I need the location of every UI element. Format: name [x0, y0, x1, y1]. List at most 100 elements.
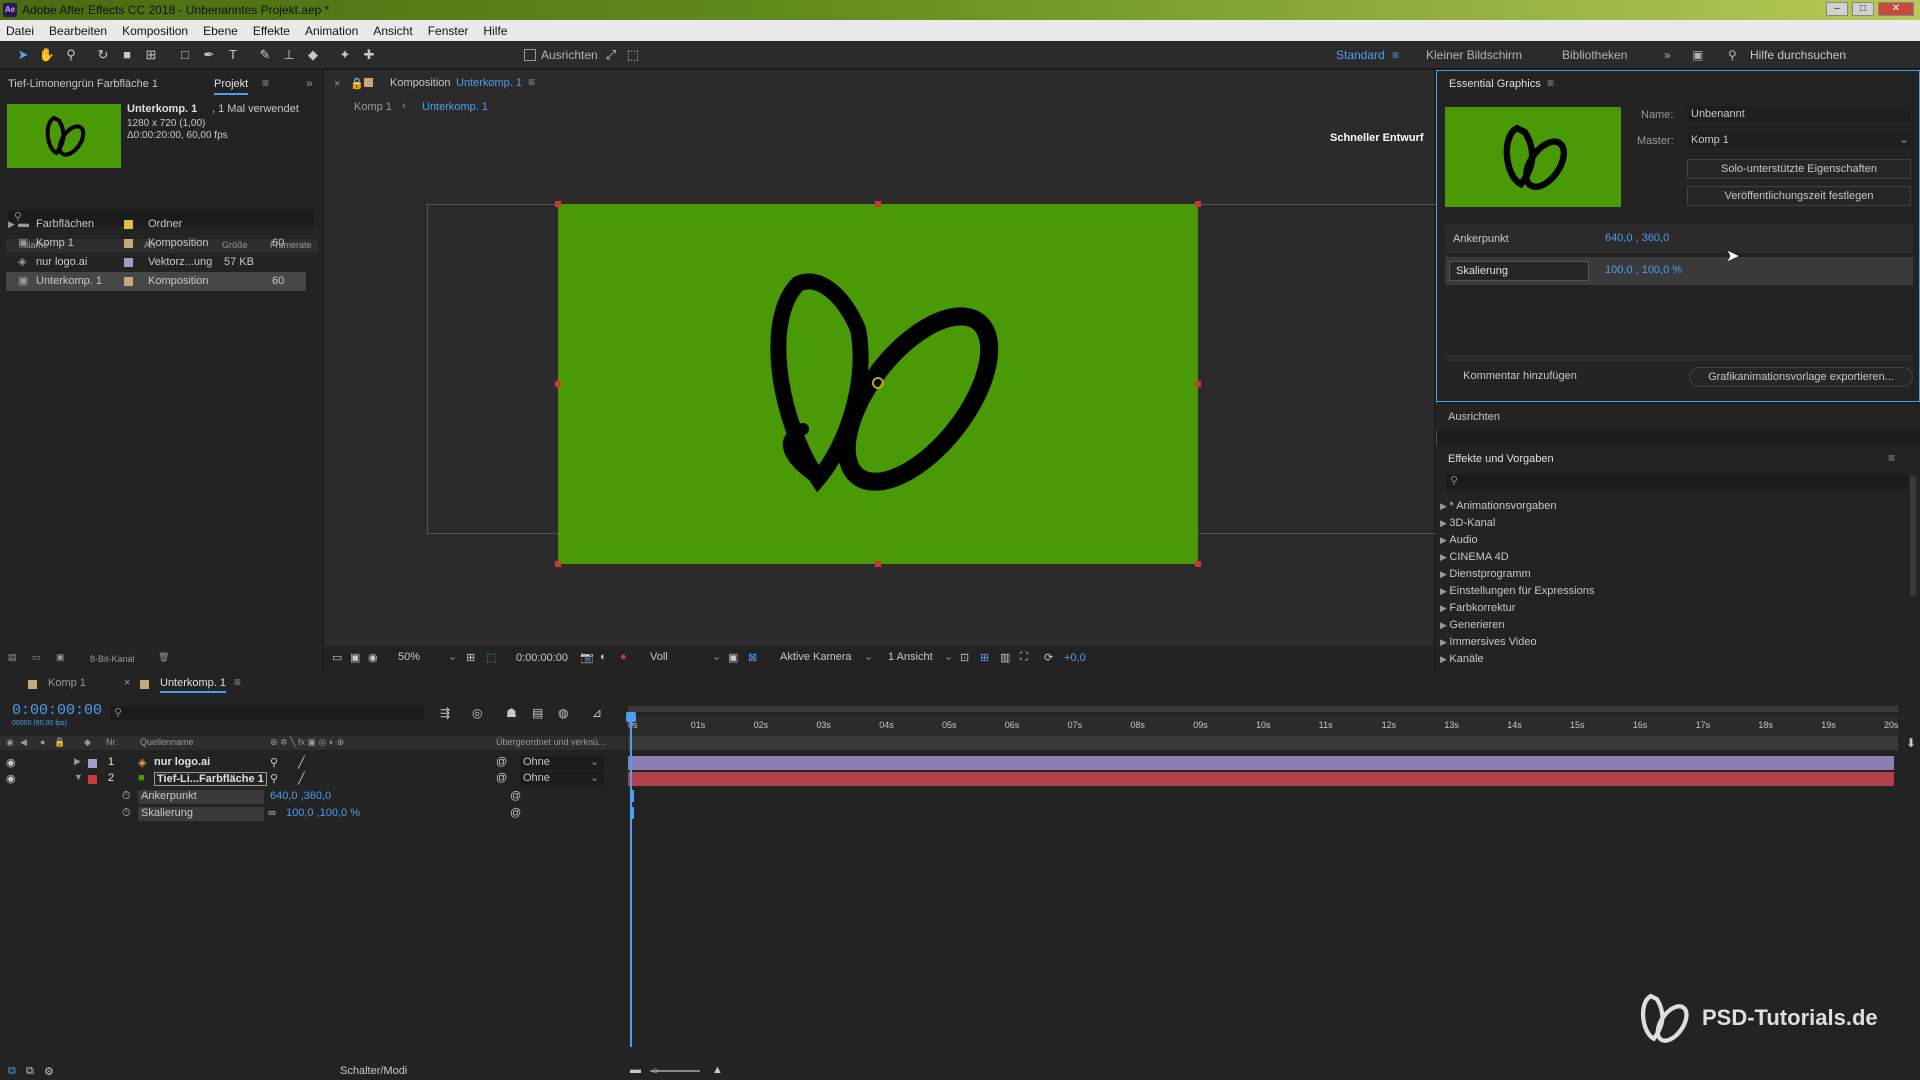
eg-poster-time-button[interactable]: Veröffentlichungszeit festlegen — [1687, 186, 1911, 206]
solo-icon[interactable]: ● — [40, 737, 45, 747]
pen-tool-icon[interactable]: ✒ — [200, 46, 218, 64]
layer-bar-1[interactable] — [628, 756, 1894, 770]
tab-unterkomp[interactable]: Unterkomp. 1 — [160, 677, 227, 693]
comp-panel-menu-icon[interactable]: ≡ — [528, 75, 535, 89]
interpret-footage-icon[interactable]: ▤ — [8, 652, 17, 663]
timeline-layer-row[interactable]: ◉ ▶ 1 ◈ nur logo.ai ⚲ ╱ @ Ohne ⌄ — [0, 756, 626, 771]
keyframe-marker[interactable] — [632, 790, 634, 802]
comp-button-icon[interactable]: ⬇ — [1906, 736, 1916, 750]
comp-timecode[interactable]: 0:00:00:00 — [516, 652, 568, 664]
parent-dropdown-icon[interactable]: ⌄ — [590, 755, 599, 768]
expression-pickwhip-icon[interactable]: @ — [510, 807, 521, 819]
layer-bar-2[interactable] — [628, 772, 1894, 786]
workspace-small-screen[interactable]: Kleiner Bildschirm — [1426, 48, 1522, 62]
expand-triangle-icon[interactable]: ▶ — [1440, 501, 1449, 511]
handle-top-center[interactable] — [875, 201, 881, 207]
camera-select[interactable]: Aktive Kamera — [780, 651, 852, 663]
menu-item[interactable]: Datei — [6, 24, 34, 38]
comp-tab-prefix[interactable]: Komposition — [390, 77, 451, 89]
eg-master-select[interactable]: Komp 1 — [1687, 132, 1911, 148]
playhead[interactable] — [630, 712, 632, 1047]
col-parent[interactable]: Übergeordnet und verknü... — [496, 737, 606, 747]
eg-prop-value[interactable]: 640,0 , 360,0 — [1605, 232, 1669, 244]
eg-solo-button[interactable]: Solo-unterstützte Eigenschaften — [1687, 159, 1911, 179]
shy-switch-icon[interactable]: ⚲ — [270, 772, 278, 785]
layer-name[interactable]: Tief-Li...Farbfläche 1 — [154, 772, 267, 786]
menu-item[interactable]: Ansicht — [373, 24, 412, 38]
eg-prop-row-scale[interactable]: Skalierung 100,0 , 100,0 % — [1445, 257, 1913, 285]
col-number[interactable]: Nr. — [106, 737, 118, 747]
motion-blur-icon[interactable]: ◍ — [558, 706, 568, 720]
zoom-tool-icon[interactable]: ⚲ — [62, 46, 80, 64]
label-color-swatch[interactable] — [124, 239, 133, 248]
rectangle-tool-icon[interactable]: □ — [176, 46, 194, 64]
always-preview-icon[interactable]: ▭ — [332, 651, 342, 664]
flowchart-icon[interactable]: ⛶ — [1020, 651, 1028, 664]
effects-category[interactable]: ▶ Dienstprogramm — [1440, 566, 1531, 583]
menu-item[interactable]: Animation — [305, 24, 358, 38]
property-label[interactable]: Ankerpunkt — [138, 790, 264, 804]
expand-panels-icon[interactable]: » — [306, 76, 313, 90]
roto-brush-tool-icon[interactable]: ✦ — [336, 46, 354, 64]
snap-icon[interactable]: ⤢ — [602, 46, 620, 64]
expand-triangle-icon[interactable]: ▶ — [1440, 569, 1449, 579]
quality-switch-icon[interactable]: ╱ — [298, 756, 305, 769]
comp-mini-flowchart-icon[interactable]: ⇶ — [440, 706, 450, 720]
panel-menu-icon[interactable]: ≡ — [262, 76, 269, 90]
effects-search-input[interactable]: ⚲ — [1446, 474, 1908, 490]
close-button[interactable]: ✕ — [1878, 2, 1914, 16]
expand-triangle-icon[interactable]: ▶ — [1440, 637, 1449, 647]
transparency-grid-icon[interactable]: ⬚ — [486, 651, 496, 664]
handle-middle-left[interactable] — [555, 381, 561, 387]
delete-icon[interactable]: 🗑 — [158, 652, 169, 663]
minimize-button[interactable]: – — [1826, 2, 1848, 16]
quality-switch-icon[interactable]: ╱ — [298, 772, 305, 785]
handle-bottom-left[interactable] — [555, 561, 561, 567]
stopwatch-icon[interactable]: ⏱ — [122, 807, 131, 820]
expand-triangle-icon[interactable]: ▶ — [1440, 586, 1449, 596]
project-item[interactable]: ▣ Unterkomp. 1 Komposition 60 — [6, 272, 306, 291]
effect-controls-tab[interactable]: Tief-Limonengrün Farbfläche 1 — [8, 78, 158, 90]
visibility-eye-icon[interactable]: ◉ — [6, 772, 16, 785]
graph-editor-icon[interactable]: ⊿ — [592, 706, 602, 720]
more-workspaces-icon[interactable]: » — [1664, 48, 1671, 62]
expand-triangle-icon[interactable]: ▶ — [1440, 552, 1449, 562]
rotate-tool-icon[interactable]: ↻ — [94, 46, 112, 64]
resolution-select[interactable]: Voll — [650, 651, 668, 663]
col-source-name[interactable]: Quellenname — [140, 737, 194, 747]
pickwhip-icon[interactable]: @ — [496, 772, 507, 784]
menu-item[interactable]: Komposition — [122, 24, 188, 38]
menu-item[interactable]: Fenster — [428, 24, 469, 38]
frame-blending-icon[interactable]: ▤ — [532, 706, 543, 720]
collapse-layer-icon[interactable]: ▼ — [74, 772, 83, 782]
pickwhip-icon[interactable]: @ — [496, 756, 507, 768]
timeline-timecode[interactable]: 0:00:00:00 — [12, 702, 102, 719]
handle-bottom-right[interactable] — [1195, 561, 1201, 567]
zoom-slider-handle[interactable]: ○ — [652, 1065, 659, 1077]
effects-category[interactable]: ▶ * Animationsvorgaben — [1440, 498, 1556, 515]
timeline-property-row[interactable]: ⏱ Skalierung ∞ 100,0 ,100,0 % @ — [0, 807, 634, 822]
anchor-point-icon[interactable] — [872, 377, 884, 389]
camera-tool-icon[interactable]: ■ — [118, 46, 136, 64]
views-select[interactable]: 1 Ansicht — [888, 651, 933, 663]
show-snapshot-icon[interactable]: ◐ — [600, 651, 607, 663]
eg-export-button[interactable]: Grafikanimationsvorlage exportieren... — [1689, 367, 1913, 387]
breadcrumb-komp1[interactable]: Komp 1 — [354, 101, 392, 113]
menu-item[interactable]: Effekte — [253, 24, 290, 38]
toggle-pixel-aspect-icon[interactable]: ⊡ — [960, 651, 969, 664]
handle-middle-right[interactable] — [1195, 381, 1201, 387]
timeline-search-input[interactable]: ⚲ — [110, 706, 424, 720]
parent-dropdown-icon[interactable]: ⌄ — [590, 771, 599, 784]
handle-top-right[interactable] — [1195, 201, 1201, 207]
effects-category[interactable]: ▶ 3D-Kanal — [1440, 515, 1495, 532]
timeline-layer-row[interactable]: ◉ ▼ 2 ■ Tief-Li...Farbfläche 1 ⚲ ╱ @ Ohne ⌄ — [0, 772, 626, 787]
new-folder-icon[interactable]: ▭ — [32, 652, 41, 663]
snapshot-icon[interactable]: 📷 — [580, 651, 594, 664]
visibility-eye-icon[interactable]: ◉ — [6, 756, 16, 769]
selection-tool-icon[interactable]: ➤ — [14, 46, 32, 64]
monitor-icon[interactable]: ▣ — [350, 651, 360, 664]
shy-layers-icon[interactable]: ☗ — [506, 706, 517, 720]
property-label[interactable]: Skalierung — [138, 807, 264, 821]
effects-category[interactable]: ▶ Farbkorrektur — [1440, 600, 1515, 617]
reset-exposure-icon[interactable]: ⟳ — [1044, 651, 1053, 664]
